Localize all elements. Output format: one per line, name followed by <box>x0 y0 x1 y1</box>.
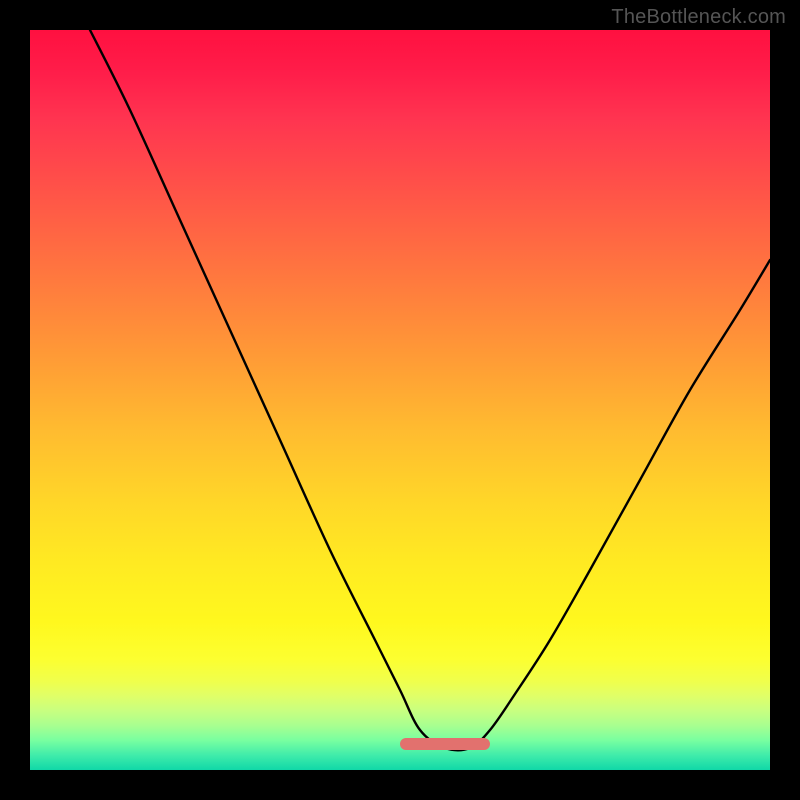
optimal-range-marker <box>400 738 490 750</box>
chart-frame: TheBottleneck.com <box>0 0 800 800</box>
watermark-text: TheBottleneck.com <box>611 6 786 29</box>
bottleneck-curve <box>30 30 770 770</box>
plot-area <box>30 30 770 770</box>
